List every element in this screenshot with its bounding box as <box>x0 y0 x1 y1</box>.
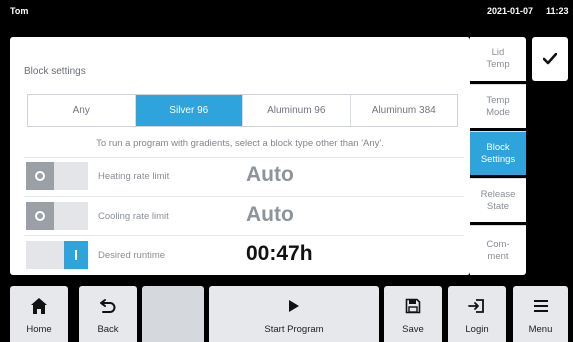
desired-runtime-row: Desired runtime 00:47h <box>24 239 464 271</box>
heating-rate-label: Heating rate limit <box>98 171 170 182</box>
settings-tabs: Lid Temp Temp Mode Block Settings Releas… <box>470 37 526 275</box>
divider <box>24 196 464 197</box>
back-arrow-icon <box>100 299 116 313</box>
hamburger-menu-icon <box>533 300 548 312</box>
desired-runtime-label: Desired runtime <box>98 250 166 261</box>
save-label: Save <box>402 324 424 335</box>
home-icon <box>31 298 47 314</box>
back-label: Back <box>97 324 119 335</box>
panel-title: Block settings <box>24 66 86 77</box>
login-icon <box>468 299 484 313</box>
heating-rate-value: Auto <box>246 163 294 186</box>
block-settings-panel: Block settings Any Silver 96 Aluminum 96… <box>10 37 470 275</box>
toolbar-spacer <box>142 286 204 342</box>
confirm-button[interactable] <box>532 37 568 81</box>
login-button[interactable]: Login <box>448 286 506 342</box>
status-date: 2021-01-07 <box>487 6 534 16</box>
status-bar: Tom 2021-01-07 11:23 <box>0 0 573 32</box>
divider <box>24 157 464 158</box>
toggle-off-knob <box>26 162 54 190</box>
menu-label: Menu <box>528 324 553 335</box>
tab-block-settings[interactable]: Block Settings <box>470 131 526 175</box>
play-icon <box>289 300 299 312</box>
desired-runtime-toggle[interactable] <box>26 241 88 269</box>
tab-temp-mode[interactable]: Temp Mode <box>470 84 526 128</box>
heating-rate-row: Heating rate limit Auto <box>24 160 464 192</box>
tab-release-state[interactable]: Release State <box>470 178 526 222</box>
start-program-label: Start Program <box>264 324 324 335</box>
user-name: Tom <box>10 6 29 16</box>
bottom-toolbar: Home Back Start Program Save Login Menu <box>0 275 573 342</box>
cooling-rate-label: Cooling rate limit <box>98 211 169 222</box>
block-type-aluminum-384[interactable]: Aluminum 384 <box>351 95 458 126</box>
block-type-silver-96[interactable]: Silver 96 <box>135 95 243 126</box>
login-label: Login <box>465 324 489 335</box>
toggle-off-knob <box>26 202 54 230</box>
cooling-rate-toggle[interactable] <box>26 202 88 230</box>
save-button[interactable]: Save <box>384 286 442 342</box>
heating-rate-toggle[interactable] <box>26 162 88 190</box>
gradient-hint: To run a program with gradients, select … <box>96 138 384 149</box>
tab-comment[interactable]: Com- ment <box>470 225 526 275</box>
home-label: Home <box>26 324 52 335</box>
checkmark-icon <box>543 53 557 65</box>
desired-runtime-value[interactable]: 00:47h <box>246 242 313 266</box>
start-program-button[interactable]: Start Program <box>209 286 379 342</box>
cooling-rate-value: Auto <box>246 203 294 226</box>
cooling-rate-row: Cooling rate limit Auto <box>24 200 464 232</box>
divider <box>24 235 464 236</box>
block-type-any[interactable]: Any <box>28 95 136 126</box>
home-button[interactable]: Home <box>10 286 68 342</box>
block-type-selector: Any Silver 96 Aluminum 96 Aluminum 384 <box>27 94 458 127</box>
tab-lid-temp[interactable]: Lid Temp <box>470 37 526 81</box>
toggle-on-knob <box>64 241 88 269</box>
block-type-aluminum-96[interactable]: Aluminum 96 <box>243 95 351 126</box>
menu-button[interactable]: Menu <box>513 286 568 342</box>
back-button[interactable]: Back <box>79 286 137 342</box>
save-icon <box>405 298 421 314</box>
status-time: 11:23 <box>546 6 569 16</box>
